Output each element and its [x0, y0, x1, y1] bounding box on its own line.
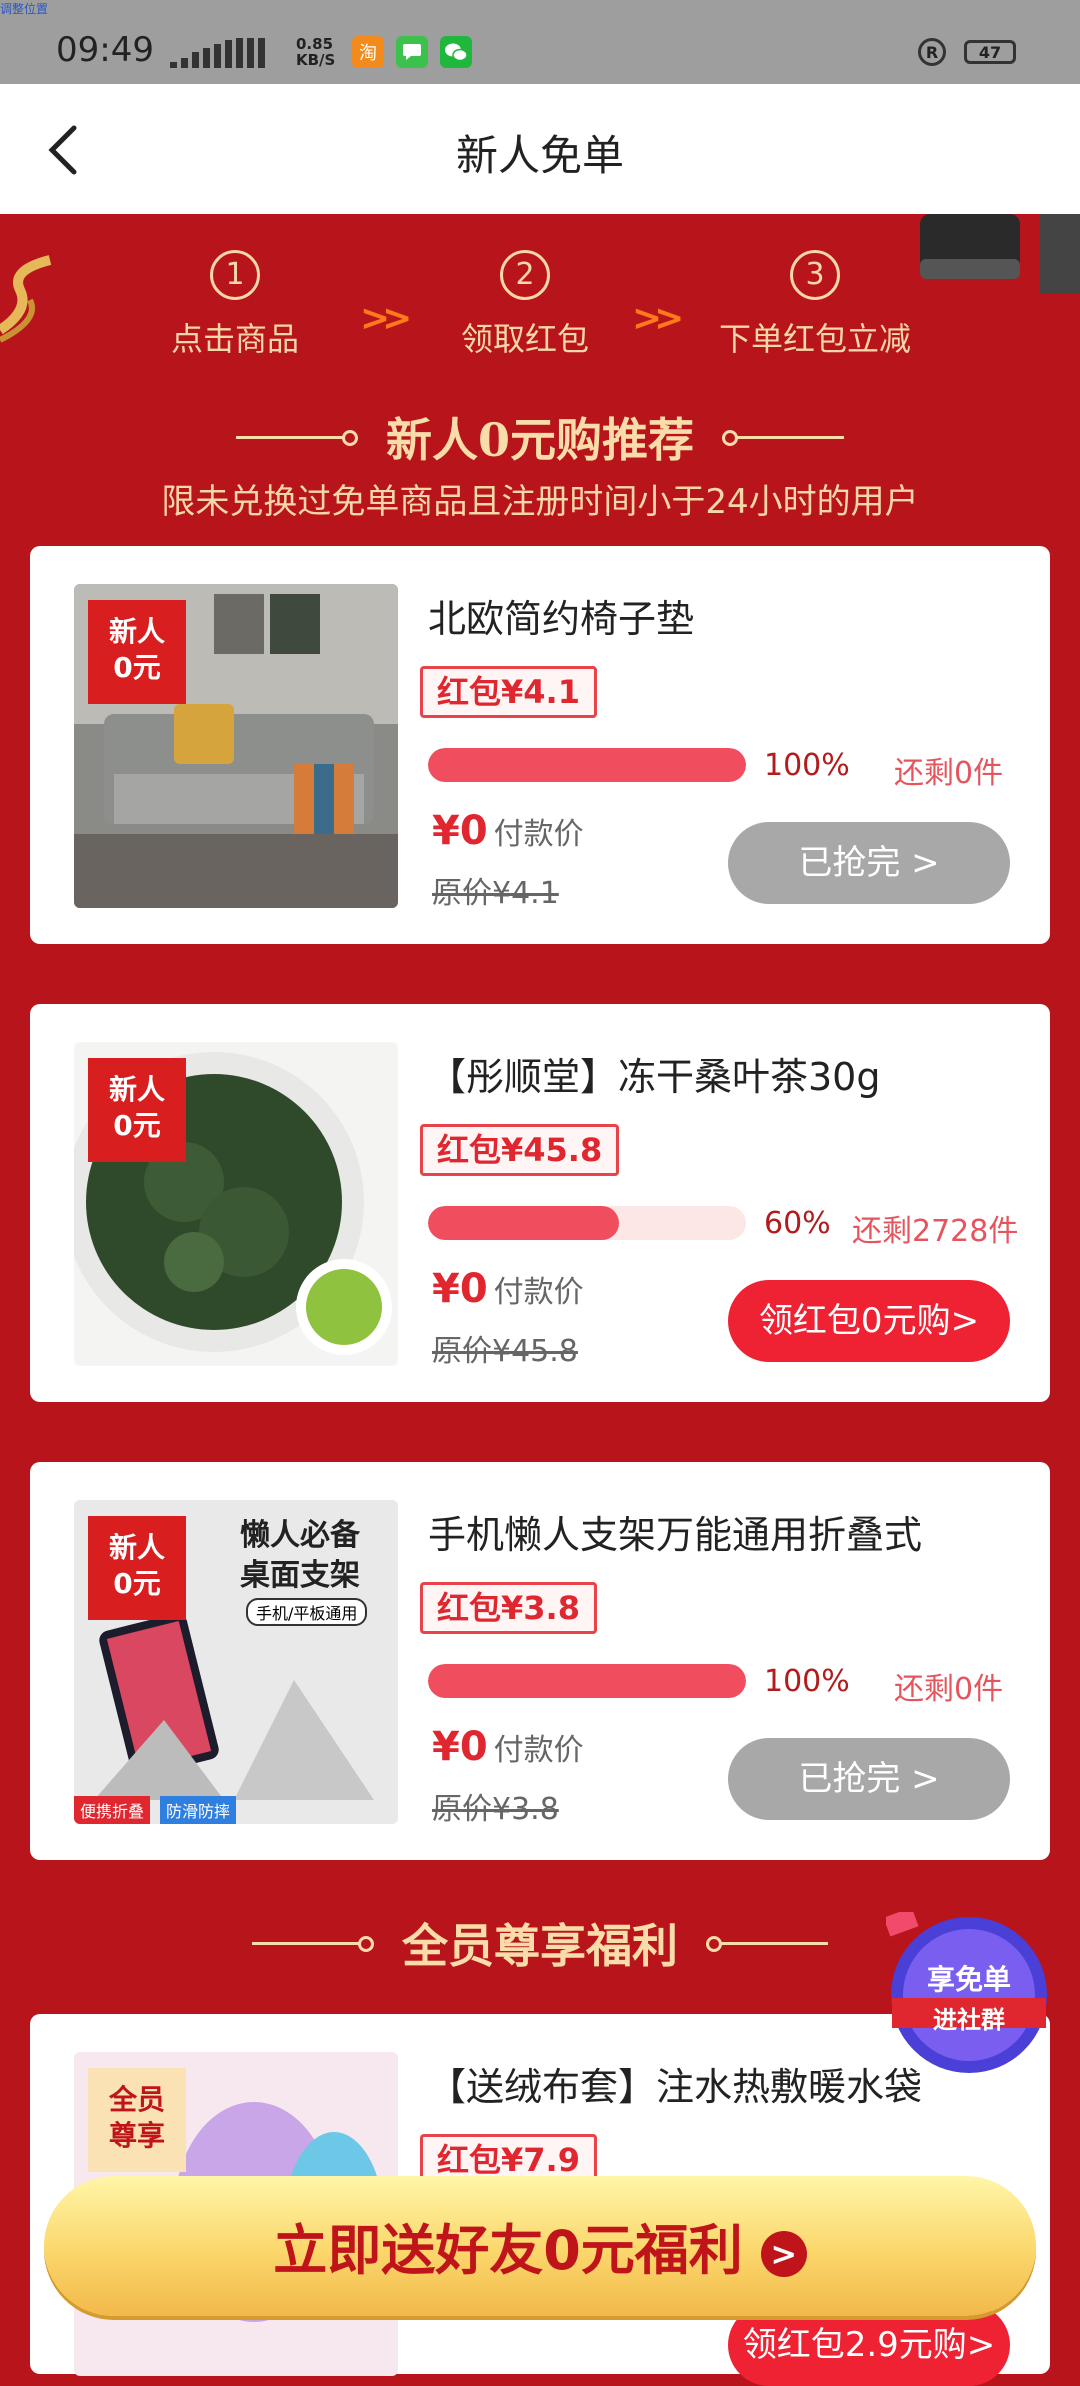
progress-percent: 100% [764, 1664, 850, 1699]
original-price: 原价¥45.8 [432, 1334, 578, 1369]
new-user-badge: 新人 0元 [88, 1516, 186, 1620]
status-tiny-text: 调整位置 [0, 2, 49, 16]
product-name: 北欧简约椅子垫 [428, 597, 695, 641]
product-image-cushion[interactable]: 新人 0元 [74, 584, 398, 908]
invite-friend-cta[interactable]: 立即送好友0元福利 > [44, 2176, 1036, 2316]
join-community-float[interactable]: 享免单 进社群 [883, 1907, 1052, 2078]
status-time: 09:49 [56, 30, 154, 70]
redpack-tag: 红包¥3.8 [420, 1582, 597, 1634]
product-image-tea[interactable]: 新人 0元 [74, 1042, 398, 1366]
step-3: 3 下单红包立减 [700, 250, 930, 360]
image-corner-tag: 便携折叠 [74, 1796, 151, 1824]
message-app-icon [396, 36, 428, 68]
signal-icon [170, 38, 265, 68]
claim-redpack-button[interactable]: 领红包0元购> [728, 1280, 1010, 1362]
pay-price: ¥0 付款价 [432, 1266, 584, 1312]
progress-fill [428, 748, 746, 782]
remaining-stock: 还剩2728件 [852, 1214, 1019, 1249]
image-corner-tag: 防滑防摔 [160, 1796, 237, 1824]
progress-bar [428, 1206, 746, 1240]
taobao-app-icon: 淘 [352, 36, 384, 68]
cta-label: 立即送好友0元福利 [273, 2219, 743, 2282]
remaining-stock: 还剩0件 [894, 1672, 1004, 1707]
remaining-stock: 还剩0件 [894, 756, 1004, 791]
redpack-tag: 红包¥4.1 [420, 666, 597, 718]
page-title: 新人免单 [455, 131, 624, 180]
product-name: 【送绒布套】注水热敷暖水袋 [428, 2065, 923, 2109]
claim-redpack-button[interactable]: 领红包2.9元购> [728, 2304, 1010, 2386]
progress-fill [428, 1664, 746, 1698]
product-card[interactable]: 新人 0元 【彤顺堂】冻干桑叶茶30g 红包¥45.8 60% 还剩2728件 ¥… [30, 1004, 1050, 1402]
redpack-tag: 红包¥45.8 [420, 1124, 620, 1176]
progress-bar [428, 748, 746, 782]
nav-bar: 新人免单 [0, 84, 1080, 214]
image-tag: 手机/平板通用 [246, 1598, 368, 1626]
progress-bar [428, 1664, 746, 1698]
product-card[interactable]: 新人 0元 北欧简约椅子垫 红包¥4.1 100% 还剩0件 ¥0 付款价 原价¥4… [30, 546, 1050, 944]
sold-out-button[interactable]: 已抢完 > [728, 1738, 1010, 1820]
product-name: 【彤顺堂】冻干桑叶茶30g [428, 1055, 881, 1099]
arrow-icon: >> [360, 298, 412, 339]
step-2: 2 领取红包 [440, 250, 610, 360]
float-line1: 享免单 [926, 1963, 1011, 1996]
registered-icon: R [918, 38, 946, 66]
new-user-badge: 新人 0元 [88, 600, 186, 704]
net-speed: 0.85 KB/S [296, 35, 336, 69]
new-user-badge: 新人 0元 [88, 1058, 186, 1162]
progress-percent: 100% [764, 748, 850, 783]
product-card[interactable]: 懒人必备 桌面支架 手机/平板通用 便携折叠 防滑防摔 新人 0元 手机懒人支架万能… [30, 1462, 1050, 1860]
step-1: 1 点击商品 [150, 250, 320, 360]
wechat-app-icon [440, 36, 472, 68]
battery-icon: 47 [964, 40, 1016, 64]
section-subtitle: 限未兑换过免单商品且注册时间小于24小时的用户 [161, 482, 919, 522]
original-price: 原价¥4.1 [432, 876, 559, 911]
original-price: 原价¥3.8 [432, 1792, 559, 1827]
progress-fill [428, 1206, 619, 1240]
float-line2: 进社群 [933, 2006, 1005, 2034]
section-title-newuser: 新人0元购推荐 [0, 404, 1080, 470]
image-headline: 懒人必备 桌面支架 [240, 1518, 360, 1593]
steps-row: 1 点击商品 >> 2 领取红包 >> 3 下单红包立减 [0, 250, 1080, 370]
arrow-icon: >> [632, 298, 684, 339]
arrow-right-icon: > [760, 2231, 807, 2278]
all-user-badge: 全员 尊享 [88, 2068, 186, 2172]
progress-percent: 60% [764, 1206, 831, 1241]
product-name: 手机懒人支架万能通用折叠式 [428, 1513, 923, 1557]
sold-out-button[interactable]: 已抢完 > [728, 822, 1010, 904]
status-bar: 调整位置 09:49 0.85 KB/S 淘 R 47 [0, 0, 1080, 84]
product-image-phone-stand[interactable]: 懒人必备 桌面支架 手机/平板通用 便携折叠 防滑防摔 新人 0元 [74, 1500, 398, 1824]
pay-price: ¥0 付款价 [432, 808, 584, 854]
pay-price: ¥0 付款价 [432, 1724, 584, 1770]
